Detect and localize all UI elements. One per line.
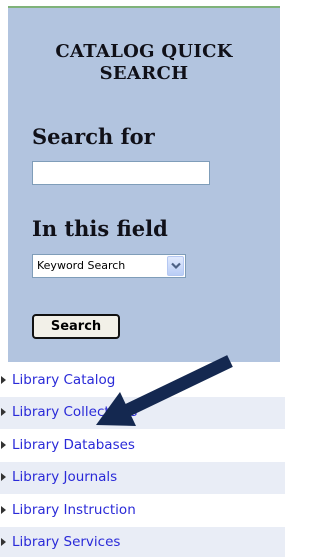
field-select-value: Keyword Search bbox=[37, 259, 126, 272]
nav-link[interactable]: Library Collections bbox=[12, 404, 137, 421]
nav-link[interactable]: Library Journals bbox=[12, 469, 117, 486]
bullet-arrow-icon bbox=[1, 440, 6, 449]
nav-item-library-collections[interactable]: Library Collections bbox=[0, 397, 285, 430]
chevron-down-icon[interactable] bbox=[167, 256, 184, 276]
bullet-arrow-icon bbox=[1, 537, 6, 546]
panel-title-line1: CATALOG QUICK bbox=[55, 41, 233, 62]
bullet-arrow-icon bbox=[1, 473, 6, 482]
nav-item-library-journals[interactable]: Library Journals bbox=[0, 462, 285, 495]
panel-title: CATALOG QUICK SEARCH bbox=[8, 41, 280, 85]
nav-link[interactable]: Library Instruction bbox=[12, 502, 136, 519]
nav-link[interactable]: Library Services bbox=[12, 534, 120, 551]
bullet-arrow-icon bbox=[1, 408, 6, 417]
page: CATALOG QUICK SEARCH Search for In this … bbox=[0, 0, 285, 557]
nav-item-library-databases[interactable]: Library Databases bbox=[0, 429, 285, 463]
search-input[interactable] bbox=[32, 161, 210, 185]
nav-item-library-instruction[interactable]: Library Instruction bbox=[0, 494, 285, 527]
nav-item-library-services[interactable]: Library Services bbox=[0, 526, 285, 557]
bullet-arrow-icon bbox=[1, 376, 6, 384]
nav-link[interactable]: Library Databases bbox=[12, 437, 135, 454]
catalog-quick-search-panel: CATALOG QUICK SEARCH Search for In this … bbox=[8, 6, 280, 362]
panel-title-line2: SEARCH bbox=[99, 63, 189, 84]
nav-link[interactable]: Library Catalog bbox=[12, 372, 115, 389]
search-for-label: Search for bbox=[32, 124, 155, 149]
library-nav-list: Library Catalog Library Collections Libr… bbox=[0, 365, 285, 557]
bullet-arrow-icon bbox=[1, 505, 6, 514]
search-button[interactable]: Search bbox=[32, 314, 120, 339]
in-this-field-label: In this field bbox=[32, 216, 168, 241]
nav-item-library-catalog[interactable]: Library Catalog bbox=[0, 365, 285, 398]
field-select[interactable]: Keyword Search bbox=[32, 254, 186, 278]
